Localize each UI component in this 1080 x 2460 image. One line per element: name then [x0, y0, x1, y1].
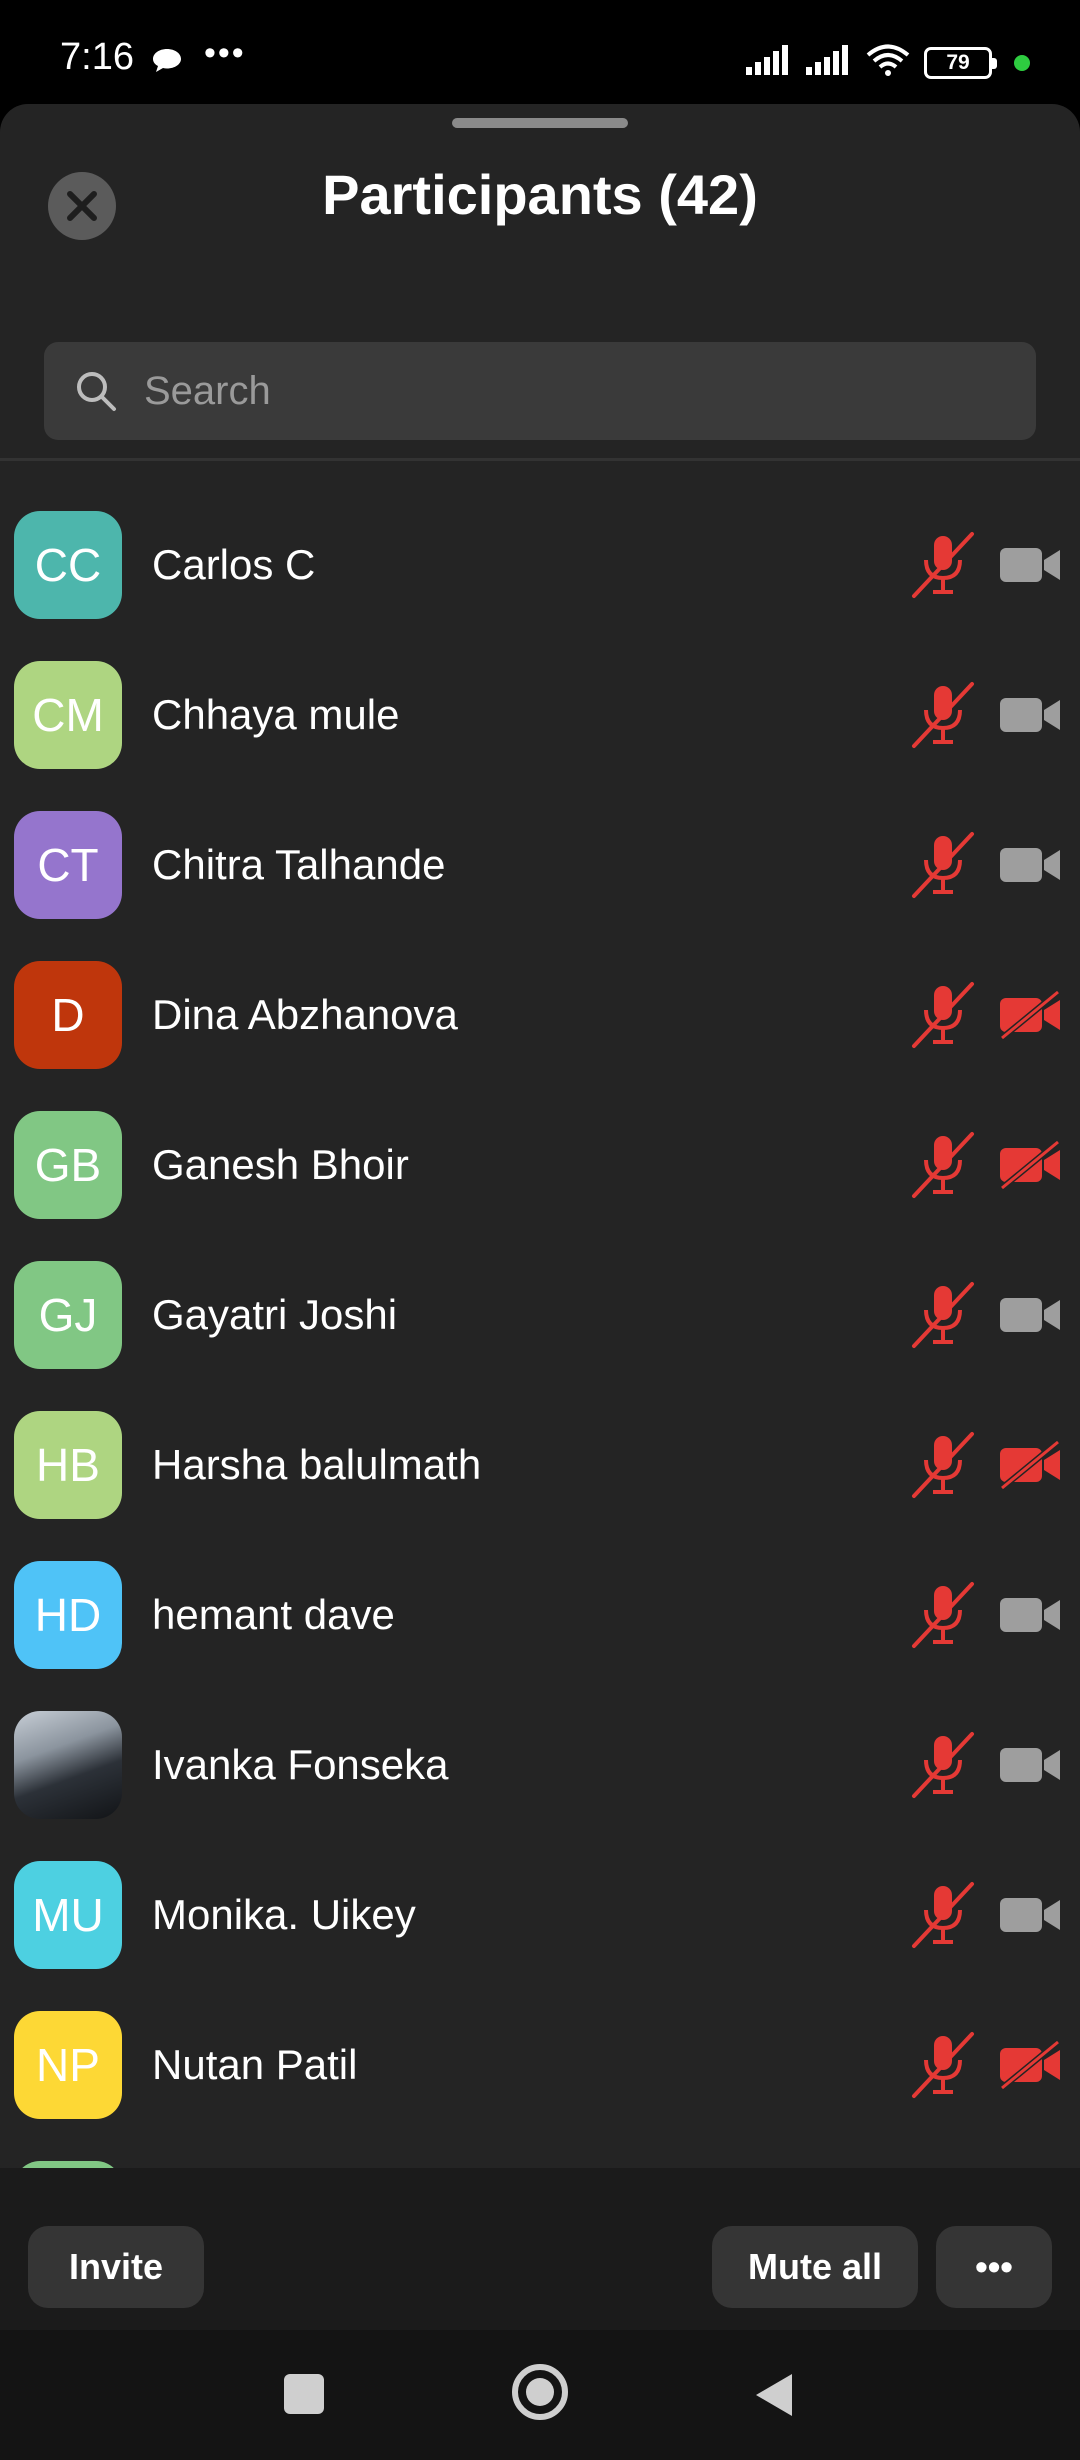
more-options-button[interactable]: •••	[936, 2226, 1052, 2308]
participant-row[interactable]: MU Monika. Uikey	[0, 1840, 1080, 1990]
participant-row[interactable]: CC Carlos C	[0, 490, 1080, 640]
chat-notification-icon	[152, 48, 182, 79]
participant-row[interactable]: CM Chhaya mule	[0, 640, 1080, 790]
avatar: NP	[14, 2011, 122, 2119]
camera-disabled-icon[interactable]	[998, 1439, 1064, 1491]
camera-icon[interactable]	[998, 840, 1064, 890]
participant-row[interactable]: HD hemant dave	[0, 1540, 1080, 1690]
camera-icon[interactable]	[998, 690, 1064, 740]
avatar: HB	[14, 1411, 122, 1519]
status-icons: 79	[746, 44, 1030, 81]
avatar: D	[14, 961, 122, 1069]
mic-muted-icon[interactable]	[910, 680, 976, 750]
divider	[0, 458, 1080, 461]
camera-icon[interactable]	[998, 540, 1064, 590]
page-title: Participants (42)	[322, 163, 758, 226]
participant-name: hemant dave	[152, 1591, 395, 1638]
camera-disabled-icon[interactable]	[998, 1139, 1064, 1191]
camera-disabled-icon[interactable]	[998, 2039, 1064, 2091]
avatar: GB	[14, 1111, 122, 1219]
participant-name: Chhaya mule	[152, 691, 400, 738]
mic-muted-icon[interactable]	[910, 1730, 976, 1800]
participant-row[interactable]: D Dina Abzhanova	[0, 940, 1080, 1090]
home-button[interactable]	[512, 2364, 568, 2420]
participant-name: Dina Abzhanova	[152, 991, 458, 1038]
participant-row[interactable]: GJ Gayatri Joshi	[0, 1240, 1080, 1390]
participant-row[interactable]	[0, 2140, 1080, 2170]
back-icon	[756, 2374, 792, 2416]
mic-muted-icon[interactable]	[910, 2030, 976, 2100]
participant-row[interactable]: CT Chitra Talhande	[0, 790, 1080, 940]
participant-name: Carlos C	[152, 541, 316, 588]
participant-row[interactable]: NP Nutan Patil	[0, 1990, 1080, 2140]
participant-row[interactable]: GB Ganesh Bhoir	[0, 1090, 1080, 1240]
participant-row[interactable]: HB Harsha balulmath	[0, 1390, 1080, 1540]
mic-muted-icon[interactable]	[910, 530, 976, 600]
cellular-signal-icon	[746, 45, 792, 80]
camera-icon[interactable]	[998, 1740, 1064, 1790]
avatar: MU	[14, 1861, 122, 1969]
more-notifications-icon: •••	[204, 34, 246, 72]
search-bar[interactable]	[44, 342, 1036, 440]
participant-name: Harsha balulmath	[152, 1441, 482, 1488]
wifi-icon	[866, 44, 910, 81]
camera-in-use-indicator	[1014, 54, 1030, 71]
participant-name: Gayatri Joshi	[152, 1291, 398, 1338]
avatar: CC	[14, 511, 122, 619]
status-bar: 7:16 ••• 79	[0, 0, 1080, 104]
recents-button[interactable]	[284, 2374, 324, 2414]
back-button[interactable]	[752, 2372, 796, 2423]
participants-sheet: Participants (42) CC Carlos C CM Chhaya mul…	[0, 104, 1080, 2330]
mic-muted-icon[interactable]	[910, 1880, 976, 1950]
participant-name: Ganesh Bhoir	[152, 1141, 409, 1188]
participant-name: Chitra Talhande	[152, 841, 446, 888]
camera-icon[interactable]	[998, 1290, 1064, 1340]
status-time: 7:16	[60, 36, 134, 78]
mute-all-button[interactable]: Mute all	[712, 2226, 918, 2308]
participant-name: Nutan Patil	[152, 2041, 358, 2088]
avatar: GJ	[14, 1261, 122, 1369]
mic-muted-icon[interactable]	[910, 1130, 976, 1200]
battery-icon: 79	[924, 46, 997, 79]
camera-icon[interactable]	[998, 1590, 1064, 1640]
camera-disabled-icon[interactable]	[998, 989, 1064, 1041]
mic-muted-icon[interactable]	[910, 1280, 976, 1350]
participant-name: Monika. Uikey	[152, 1891, 416, 1938]
avatar: CM	[14, 661, 122, 769]
action-bar: Invite Mute all •••	[0, 2168, 1080, 2330]
search-icon	[77, 372, 116, 411]
drag-handle[interactable]	[452, 118, 628, 128]
participant-list: CC Carlos C CM Chhaya mule CT Chitra Talhande…	[0, 490, 1080, 2170]
mic-muted-icon[interactable]	[910, 1430, 976, 1500]
mic-muted-icon[interactable]	[910, 980, 976, 1050]
avatar	[14, 1711, 122, 1819]
avatar: CT	[14, 811, 122, 919]
search-input[interactable]	[144, 368, 944, 414]
mic-muted-icon[interactable]	[910, 1580, 976, 1650]
cellular-signal-icon-2	[806, 45, 852, 80]
camera-icon[interactable]	[998, 1890, 1064, 1940]
participant-row[interactable]: Ivanka Fonseka	[0, 1690, 1080, 1840]
avatar: HD	[14, 1561, 122, 1669]
navigation-bar	[0, 2330, 1080, 2460]
invite-button[interactable]: Invite	[28, 2226, 204, 2308]
participant-name: Ivanka Fonseka	[152, 1741, 449, 1788]
mic-muted-icon[interactable]	[910, 830, 976, 900]
